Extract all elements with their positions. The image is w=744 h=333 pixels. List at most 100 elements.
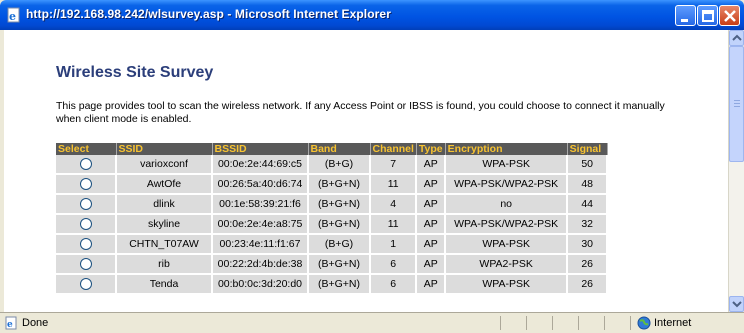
signal-cell: 32 [567, 214, 609, 235]
status-divider [604, 316, 605, 330]
window-title: http://192.168.98.242/wlsurvey.asp - Mic… [26, 7, 391, 21]
channel-cell: 11 [370, 174, 418, 195]
signal-cell: 26 [567, 274, 609, 295]
band-cell: (B+G) [308, 155, 371, 175]
type-cell: AP [416, 155, 447, 175]
ssid-cell: Tenda [116, 274, 213, 295]
internet-globe-icon [637, 316, 651, 330]
thumb-grip [734, 103, 740, 104]
bssid-cell: 00:b0:0c:3d:20:d0 [212, 274, 309, 295]
column-header-signal: Signal [567, 143, 608, 155]
status-divider [552, 316, 553, 330]
encryption-cell: WPA-PSK [445, 274, 569, 295]
band-cell: (B+G+N) [308, 274, 371, 295]
type-cell: AP [416, 214, 447, 235]
table-row[interactable]: varioxconf 00:0e:2e:44:69:c5 (B+G) 7 AP … [56, 155, 609, 175]
select-cell [56, 174, 117, 195]
signal-cell: 44 [567, 194, 609, 215]
channel-cell: 6 [370, 254, 418, 275]
thumb-grip [734, 106, 740, 107]
table-row[interactable]: rib 00:22:2d:4b:de:38 (B+G+N) 6 AP WPA2-… [56, 254, 609, 275]
status-bar: e Done Internet [0, 312, 744, 333]
bssid-cell: 00:23:4e:11:f1:67 [212, 234, 309, 255]
chevron-up-icon [732, 34, 742, 41]
select-radio[interactable] [79, 218, 92, 231]
ssid-cell: AwtOfe [116, 174, 213, 195]
bssid-cell: 00:0e:2e:44:69:c5 [212, 155, 309, 175]
page-viewport: Wireless Site Survey This page provides … [4, 30, 728, 312]
column-header-encryption: Encryption [445, 143, 568, 155]
ssid-cell: skyline [116, 214, 213, 235]
band-cell: (B+G) [308, 234, 371, 255]
column-header-ssid: SSID [116, 143, 213, 155]
svg-text:e: e [9, 10, 16, 23]
select-radio[interactable] [79, 238, 92, 251]
status-text: Done [22, 317, 49, 329]
column-header-type: Type [416, 143, 446, 155]
bssid-cell: 00:22:2d:4b:de:38 [212, 254, 309, 275]
channel-cell: 7 [370, 155, 418, 175]
signal-cell: 30 [567, 234, 609, 255]
table-row[interactable]: CHTN_T07AW 00:23:4e:11:f1:67 (B+G) 1 AP … [56, 234, 609, 255]
encryption-cell: WPA-PSK/WPA2-PSK [445, 174, 569, 195]
select-radio[interactable] [79, 198, 92, 211]
table-row[interactable]: dlink 00:1e:58:39:21:f6 (B+G+N) 4 AP no … [56, 194, 609, 215]
chevron-down-icon [732, 301, 742, 308]
status-divider [500, 316, 501, 330]
band-cell: (B+G+N) [308, 214, 371, 235]
thumb-grip [734, 100, 740, 101]
select-radio[interactable] [79, 278, 92, 291]
table-row[interactable]: skyline 00:0e:2e:4e:a8:75 (B+G+N) 11 AP … [56, 214, 609, 235]
ie-page-icon: e [5, 316, 17, 330]
minimize-button[interactable] [675, 5, 696, 26]
select-radio[interactable] [79, 178, 92, 191]
type-cell: AP [416, 174, 447, 195]
column-header-band: Band [308, 143, 371, 155]
signal-cell: 26 [567, 254, 609, 275]
table-row[interactable]: Tenda 00:b0:0c:3d:20:d0 (B+G+N) 6 AP WPA… [56, 274, 609, 295]
select-cell [56, 155, 117, 175]
scroll-up-button[interactable] [729, 30, 744, 46]
channel-cell: 1 [370, 234, 418, 255]
status-divider [630, 316, 631, 330]
signal-cell: 50 [567, 155, 609, 175]
select-cell [56, 194, 117, 215]
ie-page-icon: e [7, 7, 20, 23]
channel-cell: 6 [370, 274, 418, 295]
maximize-icon [702, 10, 714, 22]
channel-cell: 4 [370, 194, 418, 215]
select-radio[interactable] [79, 158, 92, 171]
select-cell [56, 214, 117, 235]
close-button[interactable] [719, 5, 740, 26]
site-survey-table: Select SSID BSSID Band Channel Type Encr… [56, 143, 609, 295]
type-cell: AP [416, 194, 447, 215]
browser-window: e http://192.168.98.242/wlsurvey.asp - M… [0, 0, 744, 333]
band-cell: (B+G+N) [308, 254, 371, 275]
type-cell: AP [416, 274, 447, 295]
table-row[interactable]: AwtOfe 00:26:5a:40:d6:74 (B+G+N) 11 AP W… [56, 174, 609, 195]
bssid-cell: 00:0e:2e:4e:a8:75 [212, 214, 309, 235]
scroll-down-button[interactable] [729, 296, 744, 312]
column-header-channel: Channel [370, 143, 417, 155]
encryption-cell: WPA-PSK [445, 234, 569, 255]
column-header-select: Select [56, 143, 117, 155]
title-bar[interactable]: e http://192.168.98.242/wlsurvey.asp - M… [0, 0, 744, 30]
band-cell: (B+G+N) [308, 174, 371, 195]
select-cell [56, 274, 117, 295]
encryption-cell: WPA-PSK [445, 155, 569, 175]
maximize-button[interactable] [697, 5, 718, 26]
encryption-cell: WPA-PSK/WPA2-PSK [445, 214, 569, 235]
select-cell [56, 254, 117, 275]
status-divider [526, 316, 527, 330]
minimize-icon [681, 19, 688, 22]
scroll-thumb[interactable] [729, 46, 744, 162]
select-radio[interactable] [79, 258, 92, 271]
vertical-scrollbar[interactable] [728, 30, 744, 312]
close-icon [724, 10, 736, 22]
bssid-cell: 00:1e:58:39:21:f6 [212, 194, 309, 215]
ssid-cell: CHTN_T07AW [116, 234, 213, 255]
page-description: This page provides tool to scan the wire… [56, 100, 665, 125]
channel-cell: 11 [370, 214, 418, 235]
encryption-cell: WPA2-PSK [445, 254, 569, 275]
signal-cell: 48 [567, 174, 609, 195]
